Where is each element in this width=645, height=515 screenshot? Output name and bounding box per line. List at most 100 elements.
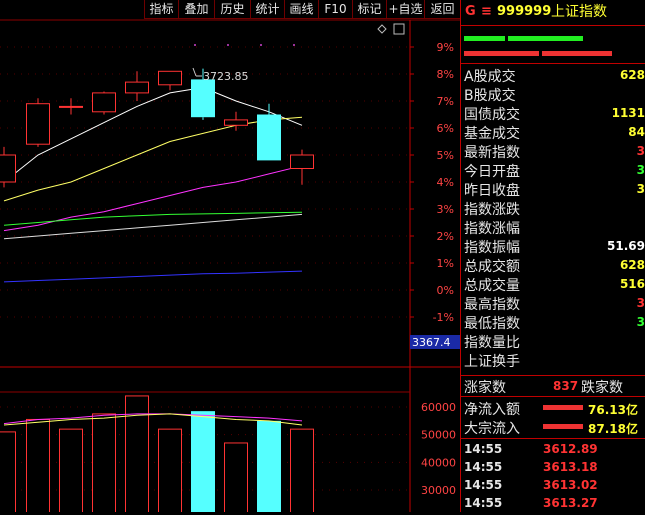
- volume-tick-label: 40000: [421, 456, 456, 469]
- stat-label: 指数涨跌: [464, 202, 520, 218]
- volume-bar: [191, 411, 215, 512]
- stat-label: A股成交: [464, 69, 516, 85]
- candles: [0, 68, 314, 188]
- ma-line-3: [3, 211, 303, 226]
- rise-count-label: 涨家数: [464, 380, 506, 396]
- tick-row: 14:55 3613.18: [461, 460, 645, 479]
- stat-label: 总成交额: [464, 259, 520, 275]
- net-inflow-value: 76.13亿: [588, 403, 638, 417]
- pct-tick-label: 2%: [437, 230, 454, 243]
- ma-line-5: [3, 270, 303, 283]
- stat-label: 上证换手: [464, 354, 520, 370]
- pct-tick-label: 3%: [437, 203, 454, 216]
- net-inflow-label: 净流入额: [464, 402, 520, 418]
- maximize-icon[interactable]: [393, 23, 405, 35]
- tick-row: 14:55 3613.02: [461, 478, 645, 497]
- volume-tick-label: 30000: [421, 484, 456, 497]
- stat-label: 指数涨幅: [464, 221, 520, 237]
- volume-bars: [0, 395, 314, 512]
- pct-tick-label: 9%: [437, 41, 454, 54]
- pct-tick-label: 8%: [437, 68, 454, 81]
- buy-bar-green-1: [464, 36, 505, 41]
- volume-bar: [26, 418, 50, 512]
- stat-label: 今日开盘: [464, 164, 520, 180]
- block-inflow-bar: [543, 424, 583, 429]
- high-annotation-label: 3723.85: [203, 70, 249, 83]
- tick-price: 3613.18: [543, 460, 598, 474]
- diamond-icon[interactable]: [377, 24, 387, 34]
- stat-label: 基金成交: [464, 126, 520, 142]
- volume-tick-label: 50000: [421, 429, 456, 442]
- sell-bar-red-2: [542, 51, 612, 56]
- block-inflow-value: 87.18亿: [588, 422, 638, 436]
- stat-label: 昨日收盘: [464, 183, 520, 199]
- quote-header: G ≡ 999999 上证指数: [461, 0, 645, 24]
- stock-name: 上证指数: [551, 4, 607, 20]
- stat-value: 3: [636, 182, 645, 196]
- candle: [125, 71, 149, 101]
- volume-bar: [59, 428, 83, 512]
- pct-tick-label: 5%: [437, 149, 454, 162]
- stat-value: 51.69: [607, 239, 645, 253]
- stat-label: B股成交: [464, 88, 516, 104]
- sell-bar-red-1: [464, 51, 539, 56]
- volume-bar: [92, 413, 116, 512]
- tick-price: 3613.02: [543, 478, 598, 492]
- quote-panel: G ≡ 999999 上证指数 A股成交 628 B股成交国债成交 1131 基金成交 8…: [460, 0, 645, 512]
- ma-line-4: [3, 213, 303, 240]
- pct-tick-label: 7%: [437, 95, 454, 108]
- stat-value: 3: [636, 296, 645, 310]
- fall-count-label: 跌家数: [581, 380, 623, 396]
- block-inflow-label: 大宗流入: [464, 421, 520, 437]
- menu-icon[interactable]: ≡: [481, 0, 492, 24]
- net-inflow-bar: [543, 405, 583, 410]
- stat-label: 国债成交: [464, 107, 520, 123]
- volume-bar: [290, 428, 314, 512]
- stat-value: 628: [619, 258, 645, 272]
- candle: [158, 70, 182, 91]
- tick-time: 14:55: [464, 460, 503, 474]
- pct-tick-label: -1%: [433, 311, 454, 324]
- stat-value: 84: [628, 125, 645, 139]
- stat-label: 最高指数: [464, 297, 520, 313]
- rise-count-value: 837: [553, 379, 579, 393]
- candle: [224, 111, 248, 131]
- tick-time: 14:55: [464, 496, 503, 510]
- volume-bar: [0, 431, 16, 512]
- badge-g: G: [465, 4, 476, 19]
- pct-tick-label: 4%: [437, 176, 454, 189]
- tick-price: 3612.89: [543, 442, 598, 456]
- stat-value: 3: [636, 144, 645, 158]
- candle: [0, 146, 16, 188]
- ma-line-2: [3, 165, 303, 232]
- buy-bar-green-2: [508, 36, 583, 41]
- candlestick-chart[interactable]: 9% 8% 7% 6% 5% 4% 3% 2% 1% 0% -1% 60000 50000 40000 3…: [0, 0, 460, 512]
- stat-label: 最低指数: [464, 316, 520, 332]
- tick-row: 14:55 3612.89: [461, 442, 645, 461]
- stat-label: 指数振幅: [464, 240, 520, 256]
- candle: [290, 149, 314, 185]
- price-marker-label: 3367.4: [412, 336, 451, 349]
- tick-time: 14:55: [464, 478, 503, 492]
- stat-label: 总成交量: [464, 278, 520, 294]
- candle: [26, 98, 50, 147]
- pct-tick-label: 0%: [437, 284, 454, 297]
- volume-bar: [125, 395, 149, 512]
- volume-bar: [224, 442, 248, 512]
- volume-bar: [257, 420, 281, 512]
- stat-value: 3: [636, 315, 645, 329]
- stat-label: 指数量比: [464, 335, 520, 351]
- stat-value: 516: [619, 277, 645, 291]
- volume-bar: [158, 428, 182, 512]
- stat-value: 3: [636, 163, 645, 177]
- candle: [59, 98, 83, 115]
- stat-label: 最新指数: [464, 145, 520, 161]
- pct-tick-label: 6%: [437, 122, 454, 135]
- tick-row: 14:55 3613.27: [461, 496, 645, 515]
- pct-tick-label: 1%: [437, 257, 454, 270]
- stat-value: 1131: [611, 106, 645, 120]
- volume-tick-label: 60000: [421, 401, 456, 414]
- candle: [257, 103, 281, 161]
- stat-value: 628: [619, 68, 645, 82]
- candle: [92, 91, 116, 115]
